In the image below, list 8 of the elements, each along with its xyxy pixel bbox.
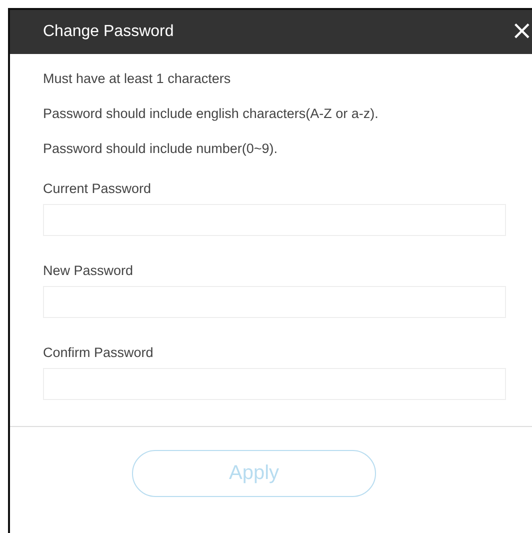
rule-text: Must have at least 1 characters xyxy=(43,70,232,88)
rule-text: Password should include number(0~9). xyxy=(43,140,279,158)
rule-text: Password should include english characters(A-Z or a-z). xyxy=(43,105,380,123)
close-button[interactable]: × xyxy=(509,18,532,44)
field-label: New Password xyxy=(43,262,134,280)
field-label: Confirm Password xyxy=(43,344,154,362)
dialog-title: Change Password xyxy=(43,23,174,41)
field-label: Current Password xyxy=(43,180,152,198)
